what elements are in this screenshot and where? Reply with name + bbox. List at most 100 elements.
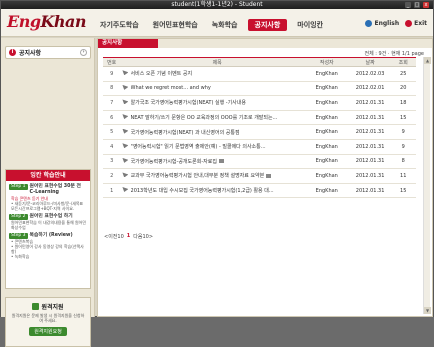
- row-title-cell[interactable]: NEAT 말하기/쓰기 문항은 OO 교육과정의 OOO를 기조로 개발되는..…: [130, 110, 304, 126]
- row-title-cell[interactable]: What we regret most... and why: [130, 81, 304, 97]
- row-num: 1: [103, 183, 121, 199]
- logo-text-khan: Khan: [40, 12, 87, 31]
- guide-step: Step 1 원어민 표현수업 30분 전 C-Learning 학습 콘텐츠 듣…: [9, 184, 87, 211]
- pager-next[interactable]: 다음10>: [133, 233, 153, 240]
- nav-notices[interactable]: 공지사항: [247, 19, 288, 31]
- notice-bullet-icon: [122, 128, 129, 134]
- notice-board: 공지사항 전체 : 9건 · 현재 1/1 page 번호 제목 작성자 날짜 …: [97, 38, 433, 317]
- step-title: 복습하기 (Review): [29, 233, 73, 238]
- row-title[interactable]: 알가국조 국가영어능력평가시험(NEAT) 실행 -기사내용: [131, 100, 246, 106]
- row-views: 8: [390, 154, 416, 170]
- attachment-icon: [218, 159, 224, 164]
- row-title[interactable]: NEAT 말하기/쓰기 문항은 OO 교육과정의 OOO를 기조로 개발되는..…: [131, 115, 278, 121]
- scroll-up-arrow[interactable]: ▲: [424, 57, 431, 64]
- table-row[interactable]: 6 NEAT 말하기/쓰기 문항은 OO 교육과정의 OOO를 기조로 개발되는.…: [103, 110, 416, 126]
- row-views: 11: [390, 168, 416, 184]
- info-icon: i: [9, 49, 16, 56]
- row-num: 5: [103, 124, 121, 140]
- table-row[interactable]: 8 What we regret most... and why EngKhan 20…: [103, 81, 416, 97]
- chevron-right-icon: ›: [80, 49, 87, 56]
- scroll-down-arrow[interactable]: ▼: [424, 307, 431, 314]
- table-row[interactable]: 4 "영어능력시험" 읽기 문법영역 출제안(예) - 빌콜에다 의사소통... E…: [103, 139, 416, 155]
- nav-my-engkhan[interactable]: 마이잉칸: [290, 19, 330, 31]
- table-row[interactable]: 7 알가국조 국가영어능력평가시험(NEAT) 실행 -기사내용 EngKhan 20…: [103, 95, 416, 111]
- row-views: 20: [390, 81, 416, 97]
- row-title[interactable]: 국가영어능력평가시험-공개도론회-자료집: [131, 159, 217, 165]
- table-row[interactable]: 2 교과부 국가영어능력평가시험 안내,대부분 정책 설명자료 요약본 EngKha…: [103, 168, 416, 184]
- row-num: 8: [103, 81, 121, 97]
- row-num: 7: [103, 95, 121, 111]
- table-row[interactable]: 3 국가영어능력평가시험-공개도론회-자료집 EngKhan 2012.01.31 8: [103, 154, 416, 170]
- col-views-header: 조회: [390, 57, 416, 67]
- pager-prev[interactable]: <이전10: [104, 233, 124, 240]
- row-date: 2012.01.31: [349, 124, 391, 140]
- remote-support-panel: 원격지원 원격지원은 문제 발생 시 원격지원을 신청하여 주세요. 원격지원요…: [5, 297, 91, 347]
- main-nav: 자기주도학습 원어민표현학습 녹화학습 공지사항 마이잉칸: [93, 19, 330, 31]
- row-author: EngKhan: [303, 81, 350, 97]
- col-title-header: 제목: [130, 57, 304, 67]
- table-row[interactable]: 9 서비스 오픈 기념 이벤트 공지 EngKhan 2012.02.03 25: [103, 66, 416, 82]
- window-controls: _ □ x: [405, 2, 429, 8]
- row-author: EngKhan: [303, 168, 350, 184]
- notice-bullet-icon: [122, 70, 129, 76]
- row-title-cell[interactable]: 서비스 오픈 기념 이벤트 공지: [130, 66, 304, 82]
- power-icon: [405, 20, 413, 27]
- close-button[interactable]: x: [423, 2, 429, 8]
- english-button[interactable]: English: [365, 20, 399, 27]
- row-title[interactable]: 2013학년도 대입 수시모집 국가영어능력평가시험(1,2급) 활용 대...: [131, 188, 274, 194]
- row-icon-cell: [120, 95, 131, 111]
- row-icon-cell: [120, 66, 131, 82]
- scrollbar[interactable]: ▲ ▼: [423, 57, 431, 314]
- row-title[interactable]: What we regret most... and why: [131, 85, 211, 91]
- row-title-cell[interactable]: "영어능력시험" 읽기 문법영역 출제안(예) - 빌콜에다 의사소통...: [130, 139, 304, 155]
- remote-support-button[interactable]: 원격지원요청: [29, 327, 67, 336]
- row-title-cell[interactable]: 국가영어능력평가시험(NEAT) 과 내신영어의 공통점: [130, 124, 304, 140]
- step-note: • 원어민영어 강사 동영상 강의 학습(선택사항): [11, 244, 84, 254]
- col-date-header: 날짜: [349, 57, 391, 67]
- row-title[interactable]: 국가영어능력평가시험(NEAT) 과 내신영어의 공통점: [131, 130, 240, 136]
- row-num: 6: [103, 110, 121, 126]
- row-date: 2012.01.31: [349, 139, 391, 155]
- row-title[interactable]: 교과부 국가영어능력평가시험 안내,대부분 정책 설명자료 요약본: [131, 173, 265, 179]
- remote-support-title: 원격지원: [41, 304, 64, 311]
- row-title-cell[interactable]: 2013학년도 대입 수시모집 국가영어능력평가시험(1,2급) 활용 대...: [130, 183, 304, 199]
- exit-button[interactable]: Exit: [405, 20, 427, 27]
- row-date: 2012.01.31: [349, 110, 391, 126]
- row-title[interactable]: "영어능력시험" 읽기 문법영역 출제안(예) - 빌콜에다 의사소통...: [131, 144, 266, 150]
- table-row[interactable]: 5 국가영어능력평가시험(NEAT) 과 내신영어의 공통점 EngKhan 2012…: [103, 124, 416, 140]
- notice-bullet-icon: [122, 143, 129, 149]
- logo-text-eng: Eng: [7, 12, 41, 31]
- table-row[interactable]: 1 2013학년도 대입 수시모집 국가영어능력평가시험(1,2급) 활용 대..…: [103, 183, 416, 199]
- row-title-cell[interactable]: 교과부 국가영어능력평가시험 안내,대부분 정책 설명자료 요약본: [130, 168, 304, 184]
- headset-icon: [32, 303, 40, 310]
- row-title-cell[interactable]: 국가영어능력평가시험-공개도론회-자료집: [130, 154, 304, 170]
- study-guide-header: 잉칸 학습안내: [6, 170, 90, 181]
- row-author: EngKhan: [303, 154, 350, 170]
- row-icon-cell: [120, 168, 131, 184]
- table-header-row: 번호 제목 작성자 날짜 조회: [103, 57, 416, 67]
- row-title[interactable]: 서비스 오픈 기념 이벤트 공지: [131, 71, 193, 77]
- pager-current[interactable]: 1: [127, 233, 130, 240]
- engkhan-logo[interactable]: EngKhan: [7, 12, 87, 31]
- sidebar-notices-item[interactable]: i 공지사항 ›: [5, 46, 91, 59]
- row-author: EngKhan: [303, 95, 350, 111]
- sidebar-title: 공지사항: [19, 50, 42, 57]
- row-author: EngKhan: [303, 139, 350, 155]
- step-badge: Step 1: [9, 184, 28, 190]
- notice-tab[interactable]: 공지사항: [98, 39, 158, 48]
- english-label: English: [374, 20, 400, 27]
- notice-bullet-icon: [122, 114, 129, 120]
- nav-native-expression[interactable]: 원어민표현학습: [146, 19, 205, 31]
- pagination: <이전10 1 다음10>: [104, 233, 153, 240]
- minimize-button[interactable]: _: [405, 2, 411, 8]
- guide-step: Step 2 원어민 표현수업 하기 원어민표현학습 이 내강의내용을 통해 원어…: [9, 214, 87, 230]
- maximize-button[interactable]: □: [414, 2, 420, 8]
- step-title: 원어민 표현수업 30분 전 C-Learning: [29, 184, 81, 195]
- row-title-cell[interactable]: 알가국조 국가영어능력평가시험(NEAT) 실행 -기사내용: [130, 95, 304, 111]
- post-count: 전체 : 9건 · 현재 1/1 page: [364, 51, 424, 57]
- row-date: 2012.02.01: [349, 81, 391, 97]
- nav-recorded-study[interactable]: 녹화학습: [205, 19, 245, 31]
- nav-self-study[interactable]: 자기주도학습: [93, 19, 146, 31]
- row-views: 9: [390, 139, 416, 155]
- row-icon-cell: [120, 81, 131, 97]
